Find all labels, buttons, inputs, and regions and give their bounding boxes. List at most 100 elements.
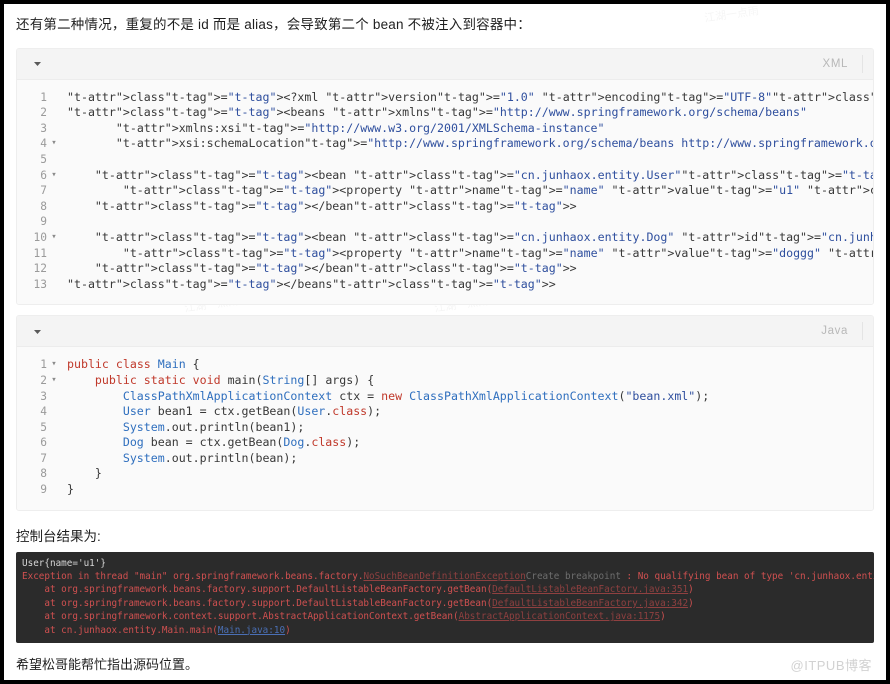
stack-frame-link[interactable]: DefaultListableBeanFactory.java:342	[492, 598, 688, 609]
console-output: User{name='u1'} Exception in thread "mai…	[16, 551, 874, 644]
code-text: public class Main {	[67, 357, 200, 372]
stack-frame-link[interactable]: AbstractApplicationContext.java:1175	[459, 611, 661, 622]
code-line: 13 "t-attr">class"t-tag">="t-tag"></beans…	[17, 277, 873, 293]
code-line: 2 "t-attr">class"t-tag">="t-tag"><beans "…	[17, 105, 873, 121]
stack-frame-text: at cn.junhaox.entity.Main.main(	[22, 624, 218, 636]
java-code-header: Java	[17, 316, 873, 348]
code-line: 3 ClassPathXmlApplicationContext ctx = n…	[17, 389, 873, 405]
line-number: 3	[40, 121, 47, 135]
code-text: "t-attr">class"t-tag">="t-tag"></bean"t-…	[94, 261, 577, 276]
code-line: 6 Dog bean = ctx.getBean(Dog.class);	[17, 435, 873, 451]
code-line: 6 ▾ "t-attr">class"t-tag">="t-tag"><bean …	[17, 168, 873, 184]
code-text: User bean1 = ctx.getBean(User.class);	[122, 404, 382, 419]
line-number: 11	[33, 246, 47, 260]
stack-frame-link[interactable]: DefaultListableBeanFactory.java:351	[492, 584, 688, 595]
line-number: 2	[40, 373, 47, 387]
exception-class-link[interactable]: NoSuchBeanDefinitionException	[363, 571, 525, 582]
stack-frame-text: at org.springframework.beans.factory.sup…	[22, 597, 493, 609]
fold-toggle-icon[interactable]: ▾	[47, 230, 61, 246]
fold-toggle-icon[interactable]: ▾	[47, 136, 61, 152]
console-label: 控制台结果为:	[16, 528, 101, 544]
code-text: "t-attr">class"t-tag">="t-tag"></bean"t-…	[94, 198, 577, 213]
code-line: 1 "t-attr">class"t-tag">="t-tag"><?xml "t…	[17, 90, 873, 106]
java-code-block: Java 1 ▾ public class Main {2 ▾ public stat…	[16, 315, 874, 511]
footer-notes: 希望松哥能帮忙指出源码位置。 spring 版本为 5.3.29 jdk 版本为…	[4, 643, 886, 680]
main-java-link[interactable]: Main.java:10	[218, 625, 285, 636]
code-text: "t-attr">class"t-tag">="t-tag"><beans "t…	[67, 105, 807, 120]
code-text: public static void main(String[] args) {	[94, 372, 375, 387]
code-line: 10 ▾ "t-attr">class"t-tag">="t-tag"><bean…	[17, 230, 873, 246]
fold-toggle-icon[interactable]: ▾	[47, 168, 61, 184]
line-number: 1	[40, 90, 47, 104]
code-text: ClassPathXmlApplicationContext ctx = new…	[122, 388, 710, 403]
code-text: Dog bean = ctx.getBean(Dog.class);	[122, 435, 361, 450]
fold-toggle-icon[interactable]: ▾	[47, 373, 61, 389]
code-text: "t-attr">class"t-tag">="t-tag"><property…	[122, 245, 873, 260]
code-text: System.out.println(bean);	[122, 450, 298, 465]
line-number: 4	[40, 405, 47, 419]
line-number: 1	[40, 358, 47, 372]
chevron-down-icon[interactable]	[31, 325, 44, 338]
line-number: 8	[40, 199, 47, 213]
line-number: 8	[40, 467, 47, 481]
line-number: 5	[40, 152, 47, 166]
console-line: Exception in thread "main" org.springfra…	[22, 570, 874, 583]
line-number: 4	[40, 137, 47, 151]
xml-code-block: XML 1 "t-attr">class"t-tag">="t-tag"><?xm…	[16, 47, 874, 306]
line-number: 12	[33, 262, 47, 276]
xml-language-label: XML	[823, 54, 863, 73]
console-line-text: User{name='u1'}	[22, 557, 106, 569]
line-number: 3	[40, 389, 47, 403]
line-number: 5	[40, 420, 47, 434]
line-number: 6	[40, 168, 47, 182]
code-text: "t-attr">class"t-tag">="t-tag"><bean "t-…	[94, 229, 873, 244]
code-text: "t-attr">class"t-tag">="t-tag"><bean "t-…	[94, 167, 873, 182]
code-line: 3 "t-attr">xmlns:xsi"t-tag">="http://www…	[17, 121, 873, 137]
console-line: at org.springframework.context.support.A…	[22, 611, 666, 623]
code-line: 7 System.out.println(bean);	[17, 451, 873, 467]
code-line: 12 "t-attr">class"t-tag">="t-tag"></bean…	[17, 261, 873, 277]
fold-toggle-icon[interactable]: ▾	[47, 357, 61, 373]
console-line: at org.springframework.beans.factory.sup…	[22, 597, 694, 609]
code-line: 8 }	[17, 466, 873, 482]
code-line: 9	[17, 214, 873, 230]
intro-paragraph: 还有第二种情况，重复的不是 id 而是 alias，会导致第二个 bean 不被…	[16, 17, 531, 32]
code-text: }	[67, 482, 74, 497]
exception-message: : No qualifying bean of type 'cn.junhaox…	[626, 571, 874, 583]
line-number: 7	[40, 451, 47, 465]
stack-frame-text: at org.springframework.context.support.A…	[22, 611, 459, 623]
line-number: 9	[40, 483, 47, 497]
site-watermark: @ITPUB博客	[790, 658, 872, 673]
create-breakpoint-hint[interactable]: Create breakpoint	[526, 571, 621, 582]
console-line: at cn.junhaox.entity.Main.main(Main.java…	[22, 624, 291, 636]
code-text: "t-attr">xsi:schemaLocation"t-tag">="htt…	[115, 136, 873, 151]
java-language-label: Java	[821, 322, 863, 341]
code-line: 4 User bean1 = ctx.getBean(User.class);	[17, 404, 873, 420]
code-text: "t-attr">class"t-tag">="t-tag"></beans"t…	[67, 276, 556, 291]
chevron-down-icon[interactable]	[31, 57, 44, 70]
exception-prefix: Exception in thread "main" org.springfra…	[22, 571, 364, 583]
code-text: }	[67, 466, 102, 481]
line-number: 6	[40, 436, 47, 450]
footer-line-1: 希望松哥能帮忙指出源码位置。	[16, 657, 199, 673]
code-line: 1 ▾ public class Main {	[17, 357, 873, 373]
line-number: 10	[33, 230, 47, 244]
code-text: "t-attr">class"t-tag">="t-tag"><property…	[122, 183, 873, 198]
xml-code-header: XML	[17, 48, 873, 80]
code-text: "t-attr">xmlns:xsi"t-tag">="http://www.w…	[115, 120, 605, 135]
line-number: 9	[40, 215, 47, 229]
xml-code-body[interactable]: 1 "t-attr">class"t-tag">="t-tag"><?xml "t…	[17, 79, 873, 305]
console-line: at org.springframework.beans.factory.sup…	[22, 584, 694, 596]
line-number: 2	[40, 106, 47, 120]
code-text: "t-attr">class"t-tag">="t-tag"><?xml "t-…	[67, 89, 873, 104]
java-code-body[interactable]: 1 ▾ public class Main {2 ▾ public static vo…	[17, 347, 873, 510]
line-number: 7	[40, 184, 47, 198]
code-line: 4 ▾ "t-attr">xsi:schemaLocation"t-tag">="…	[17, 136, 873, 152]
code-line: 11 "t-attr">class"t-tag">="t-tag"><prope…	[17, 246, 873, 262]
code-line: 7 "t-attr">class"t-tag">="t-tag"><proper…	[17, 183, 873, 199]
console-line: User{name='u1'}	[22, 557, 868, 570]
code-line: 8 "t-attr">class"t-tag">="t-tag"></bean"…	[17, 199, 873, 215]
code-line: 2 ▾ public static void main(String[] args…	[17, 373, 873, 389]
